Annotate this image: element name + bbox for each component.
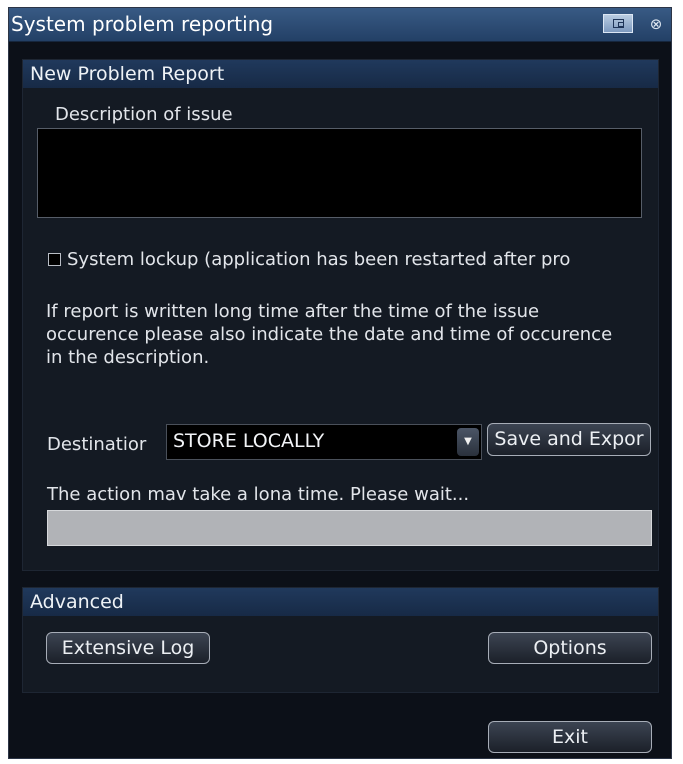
info-text: If report is written long time after the…: [46, 301, 613, 368]
restore-glyph: [612, 19, 624, 28]
window-title: System problem reporting: [11, 12, 274, 36]
title-bar[interactable]: System problem reporting ⊗: [9, 8, 671, 42]
new-problem-report-header: New Problem Report: [23, 60, 658, 88]
wait-status-text: The action mav take a lona time. Please …: [47, 484, 470, 505]
system-lockup-checkbox[interactable]: [48, 253, 61, 266]
progress-bar: [47, 510, 652, 546]
destination-select[interactable]: STORE LOCALLY ▼: [166, 424, 482, 460]
restore-window-icon[interactable]: [603, 14, 633, 33]
options-button[interactable]: Options: [488, 632, 652, 664]
extensive-log-button[interactable]: Extensive Log: [46, 632, 210, 664]
save-and-export-button[interactable]: Save and Expor: [487, 423, 651, 456]
destination-label: Destinatior: [47, 434, 147, 455]
advanced-header: Advanced: [23, 588, 658, 616]
chevron-down-icon[interactable]: ▼: [457, 428, 479, 456]
description-field[interactable]: [37, 128, 642, 218]
close-icon[interactable]: ⊗: [646, 14, 666, 34]
destination-value: STORE LOCALLY: [173, 430, 325, 452]
description-label: Description of issue: [55, 104, 233, 125]
system-lockup-label: System lockup (application has been rest…: [67, 249, 571, 270]
exit-button[interactable]: Exit: [488, 721, 652, 753]
